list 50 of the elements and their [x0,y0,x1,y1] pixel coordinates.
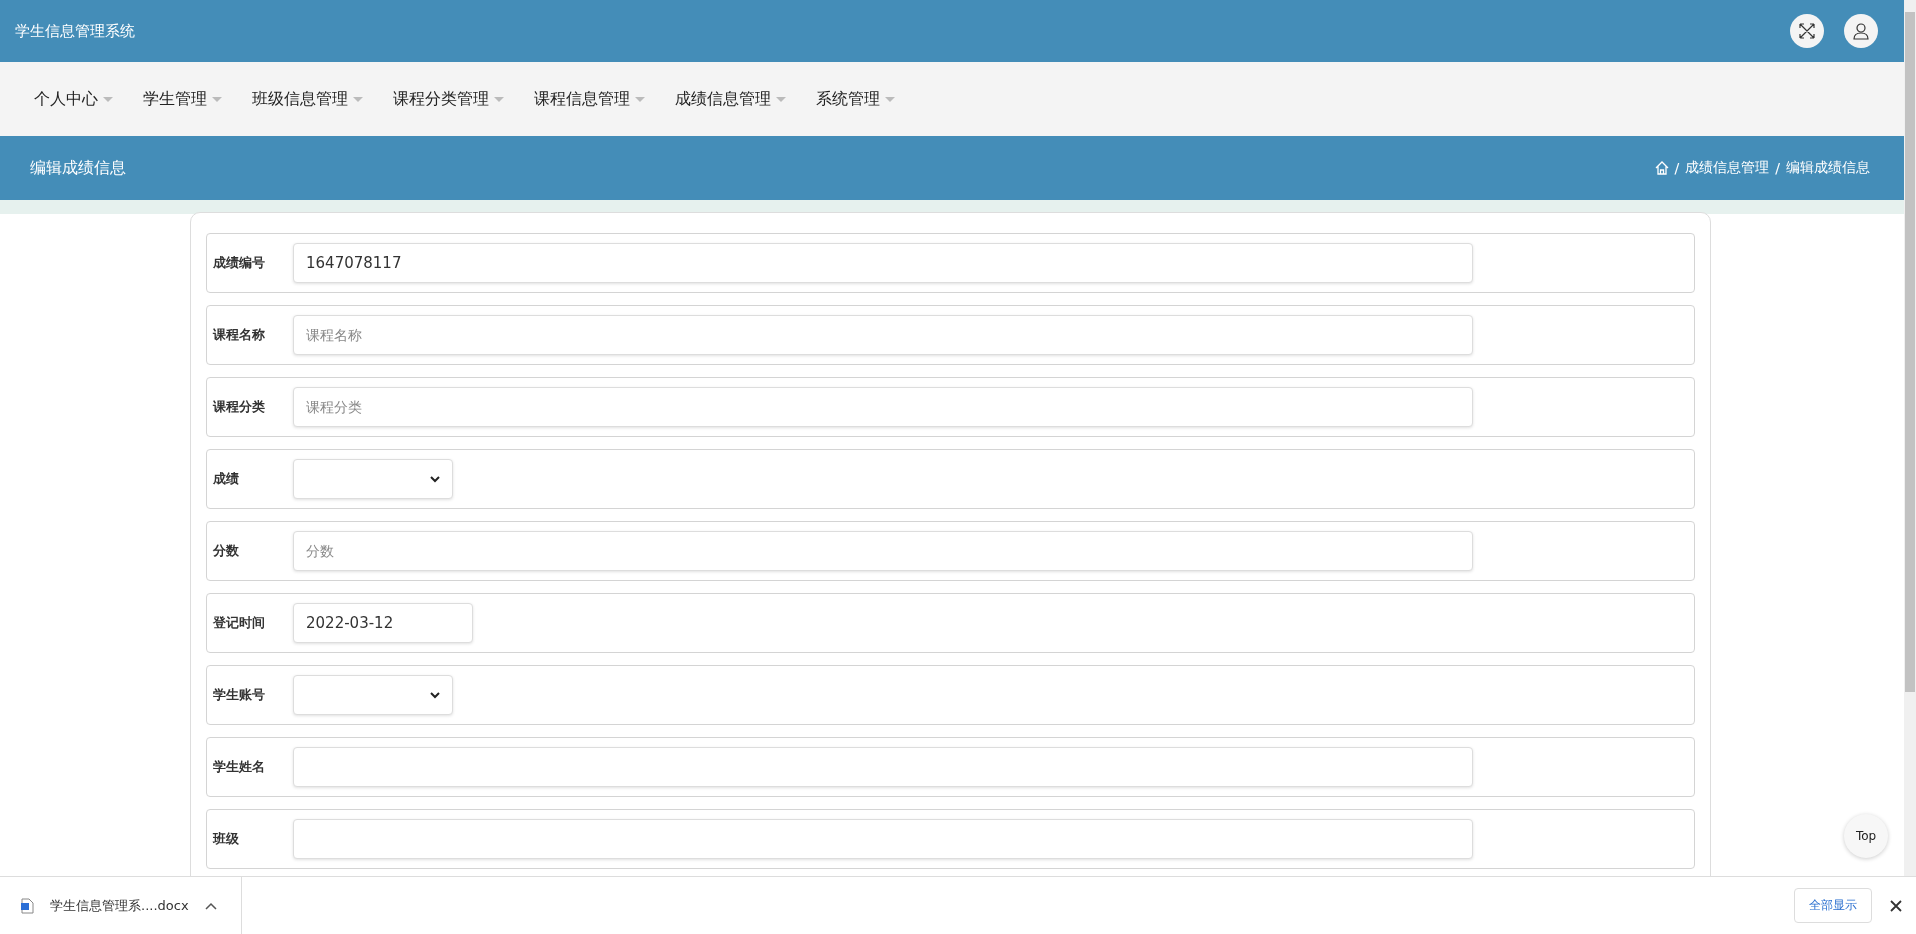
caret-icon [885,96,895,102]
field-label: 成绩编号 [213,254,266,272]
field-label: 课程名称 [213,326,266,344]
caret-icon [103,96,113,102]
input-field[interactable]: 课程名称 [293,315,1473,355]
caret-icon [776,96,786,102]
app-title: 学生信息管理系统 [15,21,135,41]
back-to-top-button[interactable]: Top [1844,814,1888,858]
date-field[interactable]: 2022-03-12 [293,603,473,643]
nav-menu-item[interactable]: 课程分类管理 [393,88,504,110]
close-icon[interactable] [1890,899,1902,912]
select-field[interactable] [293,459,453,499]
nav-menu-item[interactable]: 成绩信息管理 [675,88,786,110]
page-title: 编辑成绩信息 [30,157,126,179]
field-label: 学生姓名 [213,758,266,776]
breadcrumb-separator: / [1674,160,1680,176]
input-field[interactable] [293,819,1473,859]
breadcrumb-item[interactable]: 成绩信息管理 [1685,159,1770,177]
input-field[interactable]: 分数 [293,531,1473,571]
nav-menu-item[interactable]: 班级信息管理 [252,88,363,110]
nav-menu-item[interactable]: 个人中心 [34,88,113,110]
input-field[interactable] [293,747,1473,787]
breadcrumb-item[interactable]: 编辑成绩信息 [1786,159,1870,177]
show-all-button[interactable]: 全部显示 [1794,888,1872,923]
caret-icon [212,96,222,102]
chevron-up-icon[interactable] [204,901,217,910]
field-label: 登记时间 [213,614,266,632]
download-file-name[interactable]: 学生信息管理系....docx [50,896,189,915]
breadcrumb-separator: / [1775,160,1780,176]
home-icon[interactable] [1654,161,1669,175]
nav-menu-item[interactable]: 课程信息管理 [534,88,645,110]
document-icon [20,897,34,914]
chevron-down-icon [430,475,440,483]
input-field[interactable]: 课程分类 [293,387,1473,427]
field-label: 成绩 [213,470,240,488]
field-label: 分数 [213,542,240,560]
fullscreen-icon[interactable] [1790,14,1824,48]
field-label: 课程分类 [213,398,266,416]
nav-menu-item[interactable]: 系统管理 [816,88,895,110]
select-field[interactable] [293,675,453,715]
caret-icon [635,96,645,102]
chevron-down-icon [430,691,440,699]
scrollbar[interactable] [1904,0,1916,876]
caret-icon [494,96,504,102]
caret-icon [353,96,363,102]
input-field[interactable]: 1647078117 [293,243,1473,283]
field-label: 学生账号 [213,686,266,704]
field-label: 班级 [213,830,240,848]
nav-menu-item[interactable]: 学生管理 [143,88,222,110]
user-icon[interactable] [1844,14,1878,48]
